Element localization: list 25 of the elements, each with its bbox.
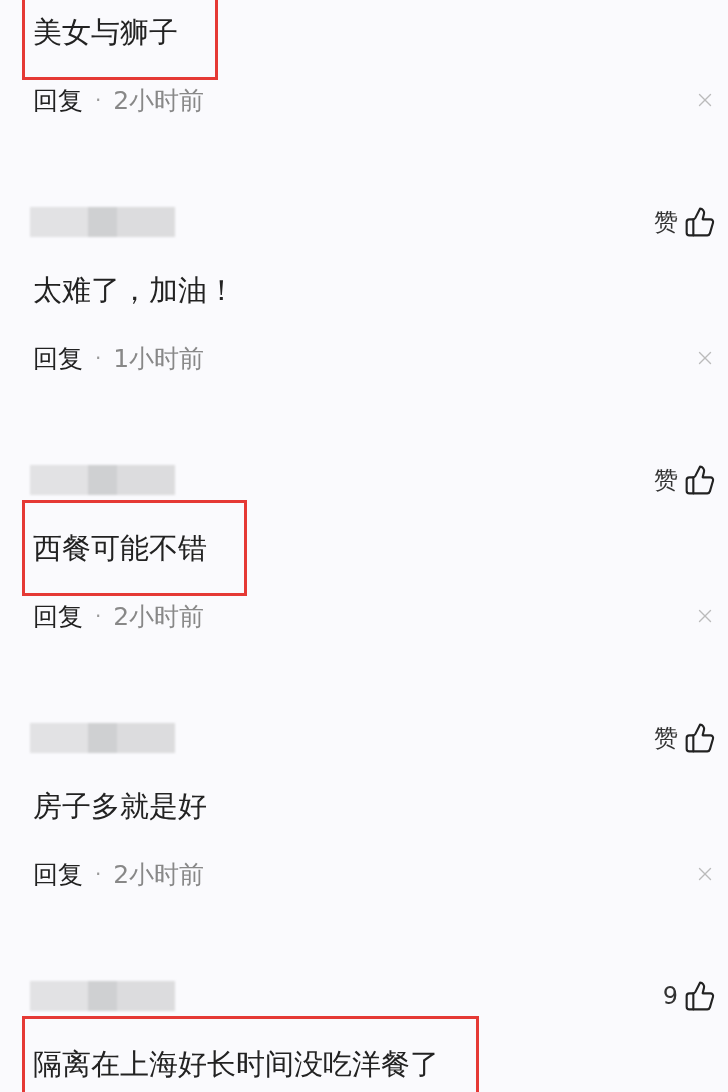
comment-text: 太难了，加油！: [33, 272, 236, 309]
comment-text: 西餐可能不错: [33, 530, 207, 567]
separator-dot: ·: [95, 346, 102, 370]
like-label[interactable]: 赞: [654, 206, 678, 238]
thumbs-up-icon[interactable]: [684, 464, 716, 496]
like-label[interactable]: 赞: [654, 464, 678, 496]
comment-time: 2小时前: [113, 600, 206, 633]
reply-link[interactable]: 回复: [33, 341, 83, 375]
thumbs-up-icon[interactable]: [684, 980, 716, 1012]
comment-text: 美女与狮子: [33, 14, 178, 51]
separator-dot: ·: [95, 862, 102, 886]
comment-text: 隔离在上海好长时间没吃洋餐了: [33, 1046, 439, 1083]
reply-link[interactable]: 回复: [33, 83, 83, 117]
comment-time: 2小时前: [113, 84, 206, 117]
like-label[interactable]: 9: [662, 982, 678, 1010]
thumbs-up-icon[interactable]: [684, 206, 716, 238]
comment-time: 2小时前: [113, 858, 206, 891]
comment-text: 房子多就是好: [33, 788, 207, 825]
reply-link[interactable]: 回复: [33, 599, 83, 633]
like-label[interactable]: 赞: [654, 722, 678, 754]
separator-dot: ·: [95, 604, 102, 628]
thumbs-up-icon[interactable]: [684, 722, 716, 754]
comment-time: 1小时前: [113, 342, 206, 375]
reply-link[interactable]: 回复: [33, 857, 83, 891]
separator-dot: ·: [95, 88, 102, 112]
